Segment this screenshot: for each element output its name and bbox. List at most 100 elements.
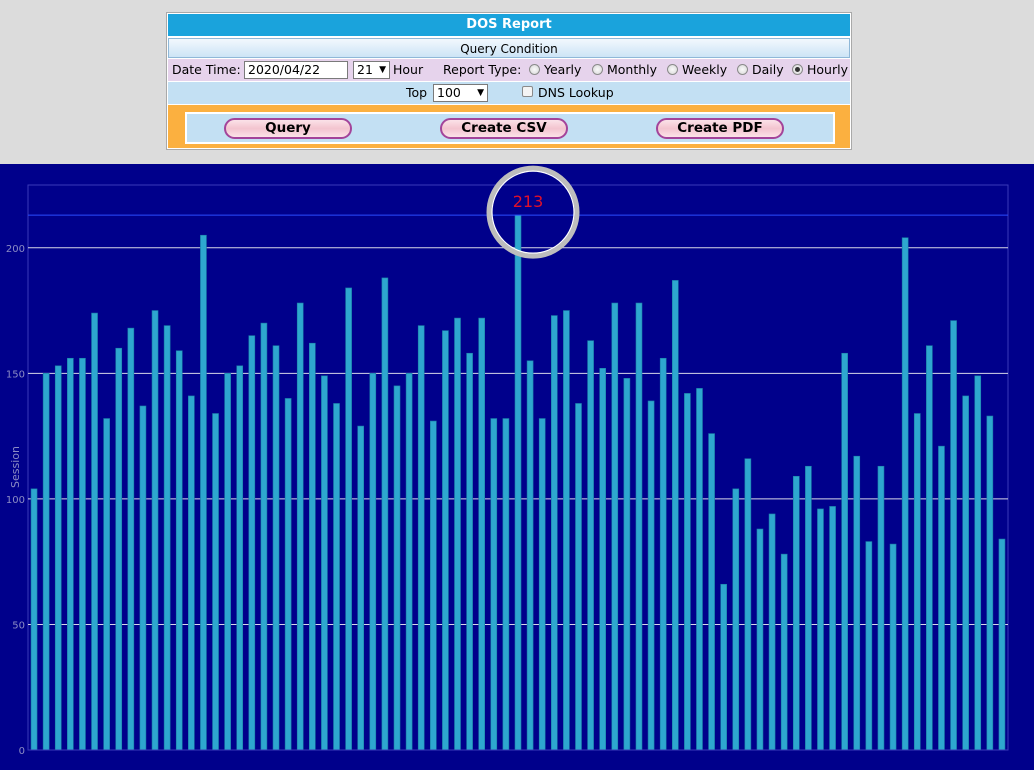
bar — [659, 357, 667, 751]
bar — [357, 425, 365, 751]
bar — [30, 488, 38, 751]
create-csv-button[interactable]: Create CSV — [440, 118, 568, 139]
bar — [684, 393, 691, 751]
bar — [635, 302, 643, 751]
y-tick-label: 50 — [12, 620, 25, 631]
radio-hourly[interactable] — [792, 64, 803, 75]
report-panel: DOS Report Query Condition Date Time: 20… — [166, 12, 852, 150]
create-pdf-button[interactable]: Create PDF — [656, 118, 784, 139]
top-select-value: 100 — [437, 85, 461, 100]
bar — [623, 378, 631, 751]
bar — [67, 357, 74, 751]
radio-daily-label: Daily — [752, 62, 784, 77]
bar — [163, 325, 171, 751]
bar-chart: 0 50 100 150 200 Session 213 — [6, 165, 1009, 757]
session-chart: 0 50 100 150 200 Session 213 — [0, 164, 1034, 770]
bar — [502, 418, 510, 751]
top-row: Top 100 ▼ DNS Lookup — [168, 82, 850, 104]
radio-monthly-label: Monthly — [607, 62, 658, 77]
chevron-down-icon: ▼ — [379, 65, 386, 75]
bar — [514, 214, 522, 751]
highlight-value-label: 213 — [513, 192, 544, 211]
bar — [442, 330, 449, 751]
bar — [54, 365, 62, 751]
bar — [732, 488, 740, 751]
bar — [284, 398, 292, 751]
top-select[interactable]: 100 ▼ — [433, 84, 488, 102]
bar — [611, 302, 619, 751]
hour-select[interactable]: 21 ▼ — [353, 61, 390, 79]
bar — [151, 310, 159, 751]
radio-weekly-label: Weekly — [682, 62, 728, 77]
report-type-label: Report Type: — [443, 62, 522, 77]
bar — [829, 506, 836, 751]
bar — [393, 385, 401, 751]
bar — [321, 375, 328, 751]
top-label: Top — [406, 85, 428, 100]
bar — [647, 400, 655, 751]
bar — [526, 360, 534, 751]
bar — [175, 350, 183, 751]
bar — [720, 583, 727, 751]
bar — [817, 508, 824, 751]
bar — [587, 340, 594, 751]
magnifier-inner-ring — [491, 170, 575, 254]
bar — [296, 302, 304, 751]
bar — [792, 475, 800, 751]
bar — [563, 310, 570, 751]
bar — [466, 352, 473, 751]
hour-select-value: 21 — [357, 62, 373, 77]
magnifier-ring — [486, 165, 580, 259]
bar — [877, 465, 885, 751]
condition-header: Query Condition — [168, 38, 850, 58]
bar — [224, 373, 231, 751]
radio-yearly[interactable] — [529, 64, 540, 75]
bar — [272, 345, 280, 751]
bar — [986, 415, 994, 751]
bar — [575, 403, 582, 751]
bar — [805, 465, 812, 751]
bar — [950, 320, 957, 751]
button-frame: Query Create CSV Create PDF — [168, 105, 850, 148]
bar — [901, 237, 909, 751]
radio-yearly-label: Yearly — [544, 62, 582, 77]
y-tick-label: 200 — [6, 244, 25, 255]
date-input[interactable]: 2020/04/22 — [244, 61, 348, 79]
bar — [938, 445, 945, 751]
button-bar: Query Create CSV Create PDF — [185, 112, 835, 144]
dns-lookup-label: DNS Lookup — [538, 85, 614, 100]
date-time-label: Date Time: — [172, 62, 241, 77]
bar — [998, 538, 1006, 751]
bar — [865, 541, 873, 751]
bar — [454, 317, 461, 751]
radio-daily[interactable] — [737, 64, 748, 75]
radio-monthly[interactable] — [592, 64, 603, 75]
bar — [889, 543, 897, 751]
bar — [188, 395, 195, 751]
bar — [79, 357, 86, 751]
bar — [127, 327, 135, 751]
dns-lookup-checkbox[interactable] — [522, 86, 533, 97]
bar — [115, 347, 123, 751]
radio-weekly[interactable] — [667, 64, 678, 75]
bar — [550, 315, 558, 751]
hour-label: Hour — [393, 62, 424, 77]
bar — [599, 368, 606, 751]
date-time-row: Date Time: 2020/04/22 21 ▼ Hour Report T… — [168, 59, 850, 81]
bar — [478, 317, 486, 751]
bar — [248, 335, 256, 751]
bar — [381, 277, 389, 751]
y-tick-label: 0 — [19, 746, 25, 757]
bar — [768, 513, 776, 751]
bar — [430, 420, 437, 751]
top-area: DOS Report Query Condition Date Time: 20… — [0, 0, 1034, 164]
bar — [490, 418, 498, 751]
bar — [91, 312, 98, 751]
bar — [309, 342, 316, 751]
bar — [962, 395, 969, 751]
bar — [212, 413, 219, 751]
bar — [780, 553, 788, 751]
chevron-down-icon: ▼ — [477, 88, 484, 98]
bar — [369, 373, 377, 751]
query-button[interactable]: Query — [224, 118, 352, 139]
